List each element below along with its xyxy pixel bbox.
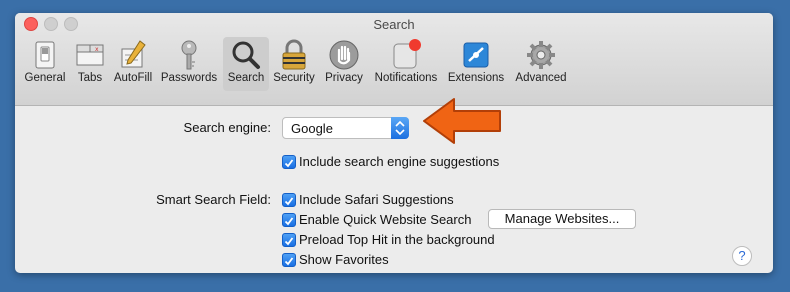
checkbox-checked-icon — [282, 233, 296, 247]
puzzle-icon — [463, 42, 489, 68]
tab-security[interactable]: Security — [271, 37, 317, 91]
titlebar: Search General x Tabs AutoFill Passwords… — [15, 13, 773, 106]
search-engine-select[interactable]: Google — [282, 117, 409, 139]
pencil-form-icon — [121, 40, 146, 68]
tab-extensions[interactable]: Extensions — [445, 37, 507, 91]
checkbox-label: Preload Top Hit in the background — [299, 232, 495, 247]
tab-label: Tabs — [77, 72, 103, 84]
hand-icon — [329, 40, 359, 70]
tab-label: AutoFill — [113, 72, 153, 84]
select-arrows-icon — [391, 117, 409, 139]
checkbox-checked-icon — [282, 193, 296, 207]
search-preferences-pane: Search engine: Google Include search eng… — [15, 106, 773, 273]
tab-label: Notifications — [374, 72, 438, 84]
tabs-icon: x — [76, 44, 104, 66]
tab-search[interactable]: Search — [223, 37, 269, 91]
gear-icon — [527, 41, 555, 69]
svg-text:x: x — [95, 46, 99, 53]
checkbox-label: Show Favorites — [299, 252, 389, 267]
smart-search-field-label: Smart Search Field: — [156, 192, 271, 207]
tab-label: Search — [227, 72, 265, 84]
help-button[interactable]: ? — [732, 246, 752, 266]
checkbox-label: Include search engine suggestions — [299, 154, 500, 169]
padlock-icon — [282, 39, 306, 70]
tab-advanced[interactable]: Advanced — [511, 37, 571, 91]
manage-websites-button[interactable]: Manage Websites... — [488, 209, 636, 229]
checkbox-label: Include Safari Suggestions — [299, 192, 454, 207]
search-engine-label: Search engine: — [183, 120, 271, 135]
tab-label: Privacy — [325, 72, 363, 84]
tab-label: Passwords — [160, 72, 218, 84]
checkbox-checked-icon — [282, 213, 296, 227]
checkbox-label: Enable Quick Website Search — [299, 212, 472, 227]
checkbox-checked-icon — [282, 155, 296, 169]
tab-label: General — [24, 72, 66, 84]
tab-tabs[interactable]: x Tabs — [73, 37, 107, 91]
key-icon — [181, 40, 197, 70]
tab-label: Extensions — [447, 72, 505, 84]
search-engine-value: Google — [291, 121, 333, 136]
tab-passwords[interactable]: Passwords — [159, 37, 219, 91]
checkbox-checked-icon — [282, 253, 296, 267]
tab-general[interactable]: General — [19, 37, 71, 91]
window-title: Search — [373, 17, 415, 32]
tab-notifications[interactable]: Notifications — [371, 37, 441, 91]
notification-badge-icon — [393, 39, 421, 69]
magnifying-glass-icon — [232, 41, 260, 69]
preferences-window: Search General x Tabs AutoFill Passwords… — [15, 13, 773, 273]
tab-label: Advanced — [515, 72, 567, 84]
tab-privacy[interactable]: Privacy — [321, 37, 367, 91]
tab-autofill[interactable]: AutoFill — [111, 37, 155, 91]
tab-label: Security — [273, 72, 315, 84]
general-switch-icon — [35, 41, 55, 69]
annotation-arrow-icon — [423, 98, 501, 144]
